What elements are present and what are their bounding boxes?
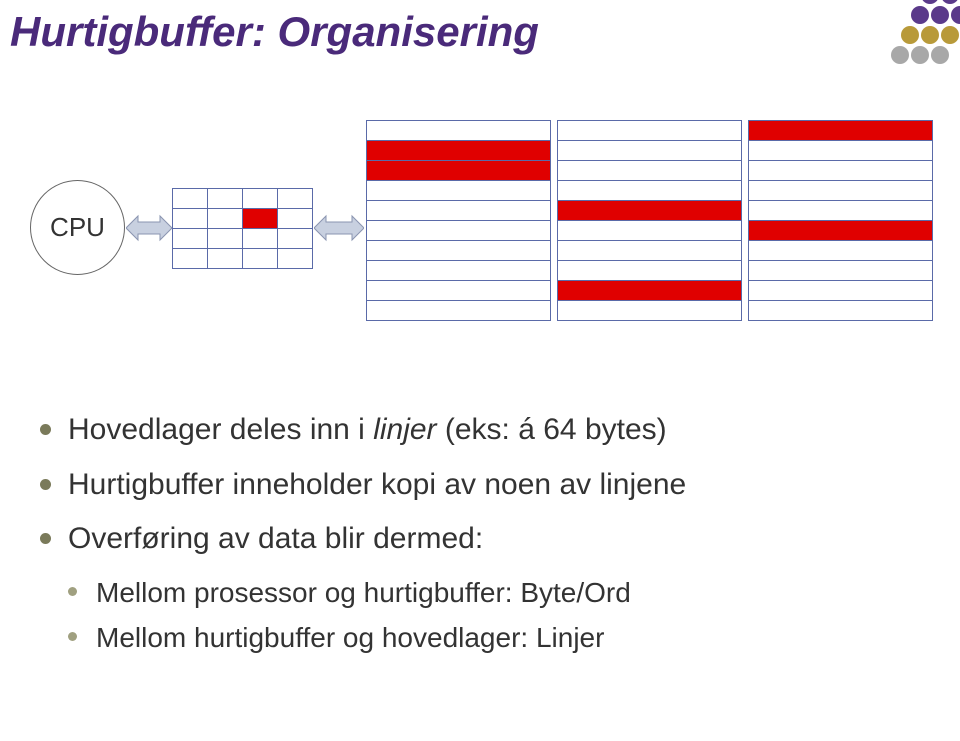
- memory-line: [557, 240, 742, 261]
- memory-column: [366, 120, 551, 320]
- memory-line: [366, 180, 551, 201]
- bullet-dot-icon: [68, 632, 77, 641]
- memory-line: [366, 280, 551, 301]
- memory-line: [557, 180, 742, 201]
- cache-cell: [277, 208, 313, 229]
- arrow-cpu-cache: [126, 212, 172, 244]
- memory-column: [557, 120, 742, 320]
- cache-cell: [277, 228, 313, 249]
- memory-line: [557, 220, 742, 241]
- memory-line: [366, 140, 551, 161]
- bullet-1: Hovedlager deles inn i linjer (eks: á 64…: [40, 410, 920, 451]
- cache-grid: [172, 188, 312, 268]
- memory-line: [748, 300, 933, 321]
- bullet-2: Hurtigbuffer inneholder kopi av noen av …: [40, 465, 920, 506]
- memory-line: [748, 280, 933, 301]
- bullet-dot-icon: [40, 479, 51, 490]
- memory-line: [748, 180, 933, 201]
- memory-line: [557, 160, 742, 181]
- bullet-1-text-post: (eks: á 64 bytes): [437, 413, 667, 446]
- memory-grid: [366, 120, 933, 320]
- cache-cell: [207, 188, 243, 209]
- memory-line: [366, 260, 551, 281]
- bullet-3: Overføring av data blir dermed:: [40, 519, 920, 560]
- cache-cell: [242, 208, 278, 229]
- bullet-dot-icon: [40, 533, 51, 544]
- cpu-node: CPU: [30, 180, 125, 275]
- memory-line: [366, 120, 551, 141]
- cache-cell: [172, 228, 208, 249]
- slide-title: Hurtigbuffer: Organisering: [10, 8, 539, 56]
- sub-bullet-3b-text: Mellom hurtigbuffer og hovedlager: Linje…: [96, 622, 604, 653]
- diagram: CPU: [0, 120, 960, 380]
- logo-dots: [860, 0, 960, 110]
- memory-line: [557, 120, 742, 141]
- cache-cell: [242, 188, 278, 209]
- memory-line: [557, 280, 742, 301]
- memory-line: [748, 220, 933, 241]
- cache-cell: [172, 248, 208, 269]
- memory-line: [366, 160, 551, 181]
- cache-cell: [207, 228, 243, 249]
- cache-row: [172, 248, 312, 268]
- cache-cell: [172, 208, 208, 229]
- cache-cell: [172, 188, 208, 209]
- bullet-list: Hovedlager deles inn i linjer (eks: á 64…: [40, 410, 920, 665]
- bullet-1-text-pre: Hovedlager deles inn i: [68, 413, 373, 446]
- memory-line: [748, 120, 933, 141]
- arrow-cache-memory: [314, 212, 364, 244]
- bullet-dot-icon: [68, 587, 77, 596]
- cache-cell: [242, 248, 278, 269]
- cache-row: [172, 228, 312, 248]
- bullet-3-text: Overføring av data blir dermed:: [68, 522, 483, 555]
- cache-cell: [207, 248, 243, 269]
- cache-cell: [277, 248, 313, 269]
- bullet-2-text: Hurtigbuffer inneholder kopi av noen av …: [68, 468, 686, 501]
- cache-row: [172, 208, 312, 228]
- cache-row: [172, 188, 312, 208]
- memory-line: [748, 260, 933, 281]
- cache-cell: [277, 188, 313, 209]
- memory-line: [366, 200, 551, 221]
- bullet-dot-icon: [40, 424, 51, 435]
- memory-line: [748, 160, 933, 181]
- sub-bullet-3a-text: Mellom prosessor og hurtigbuffer: Byte/O…: [96, 577, 631, 608]
- cache-cell: [242, 228, 278, 249]
- cpu-label: CPU: [50, 212, 105, 243]
- memory-line: [366, 300, 551, 321]
- memory-line: [748, 240, 933, 261]
- memory-column: [748, 120, 933, 320]
- memory-line: [557, 140, 742, 161]
- memory-line: [557, 300, 742, 321]
- bullet-1-text-italic: linjer: [373, 413, 436, 446]
- memory-line: [557, 200, 742, 221]
- sub-bullet-3a: Mellom prosessor og hurtigbuffer: Byte/O…: [40, 574, 920, 612]
- memory-line: [748, 140, 933, 161]
- sub-bullet-3b: Mellom hurtigbuffer og hovedlager: Linje…: [40, 619, 920, 657]
- memory-line: [557, 260, 742, 281]
- memory-line: [366, 240, 551, 261]
- memory-line: [748, 200, 933, 221]
- cache-cell: [207, 208, 243, 229]
- memory-line: [366, 220, 551, 241]
